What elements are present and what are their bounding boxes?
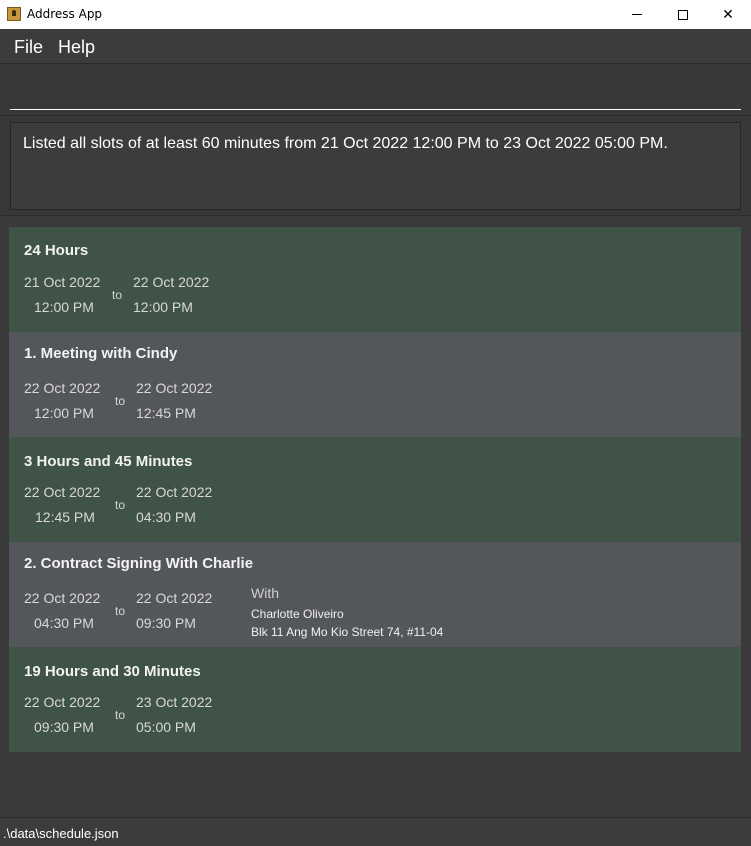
start-date: 22 Oct 2022 [24, 380, 101, 396]
command-box [0, 65, 751, 116]
command-input[interactable] [10, 83, 741, 110]
schedule-list[interactable]: 24 Hours 21 Oct 2022 12:00 PM to 22 Oct … [0, 217, 751, 816]
maximize-button[interactable] [660, 0, 706, 29]
with-label: With [251, 585, 279, 601]
to-label: to [115, 498, 126, 512]
start-time: 09:30 PM [34, 719, 94, 735]
minimize-icon [632, 14, 642, 15]
start-date: 22 Oct 2022 [24, 694, 101, 710]
start-time: 12:00 PM [34, 299, 94, 315]
start-time: 04:30 PM [34, 615, 94, 631]
status-file-path: .\data\schedule.json [3, 826, 119, 841]
result-display: Listed all slots of at least 60 minutes … [0, 117, 751, 216]
end-time: 12:00 PM [133, 299, 193, 315]
close-button[interactable]: ✕ [705, 0, 751, 29]
list-item[interactable]: 19 Hours and 30 Minutes 22 Oct 2022 09:3… [9, 647, 741, 752]
result-box[interactable]: Listed all slots of at least 60 minutes … [10, 122, 741, 210]
maximize-icon [678, 9, 688, 20]
with-name: Charlotte Oliveiro [251, 607, 344, 621]
slot-title: 2. Contract Signing With Charlie [24, 555, 254, 572]
end-time: 12:45 PM [136, 405, 196, 421]
end-date: 23 Oct 2022 [136, 694, 213, 710]
end-date: 22 Oct 2022 [136, 484, 213, 500]
list-item[interactable]: 2. Contract Signing With Charlie 22 Oct … [9, 542, 741, 647]
slot-title: 24 Hours [24, 242, 89, 259]
list-item[interactable]: 3 Hours and 45 Minutes 22 Oct 2022 12:45… [9, 437, 741, 542]
end-date: 22 Oct 2022 [136, 590, 213, 606]
end-date: 22 Oct 2022 [136, 380, 213, 396]
to-label: to [115, 394, 126, 408]
menu-file[interactable]: File [14, 37, 43, 58]
slot-title: 1. Meeting with Cindy [24, 345, 178, 362]
close-icon: ✕ [722, 6, 734, 23]
status-bar: .\data\schedule.json [0, 817, 751, 846]
start-date: 22 Oct 2022 [24, 590, 101, 606]
end-date: 22 Oct 2022 [133, 274, 210, 290]
start-date: 21 Oct 2022 [24, 274, 101, 290]
end-time: 04:30 PM [136, 509, 196, 525]
title-bar: Address App ✕ [0, 0, 751, 29]
end-time: 09:30 PM [136, 615, 196, 631]
result-message: Listed all slots of at least 60 minutes … [23, 135, 668, 152]
to-label: to [115, 708, 126, 722]
start-time: 12:45 PM [35, 509, 95, 525]
end-time: 05:00 PM [136, 719, 196, 735]
with-address: Blk 11 Ang Mo Kio Street 74, #11-04 [251, 625, 444, 639]
slot-title: 19 Hours and 30 Minutes [24, 663, 201, 680]
to-label: to [115, 604, 126, 618]
to-label: to [112, 288, 123, 302]
minimize-button[interactable] [614, 0, 660, 29]
window-title: Address App [27, 7, 103, 21]
start-date: 22 Oct 2022 [24, 484, 101, 500]
menu-help[interactable]: Help [58, 37, 95, 58]
list-item[interactable]: 24 Hours 21 Oct 2022 12:00 PM to 22 Oct … [9, 227, 741, 332]
slot-title: 3 Hours and 45 Minutes [24, 453, 193, 470]
list-item[interactable]: 1. Meeting with Cindy 22 Oct 2022 12:00 … [9, 332, 741, 437]
app-icon [7, 7, 21, 21]
start-time: 12:00 PM [34, 405, 94, 421]
menu-bar: File Help [0, 29, 751, 64]
